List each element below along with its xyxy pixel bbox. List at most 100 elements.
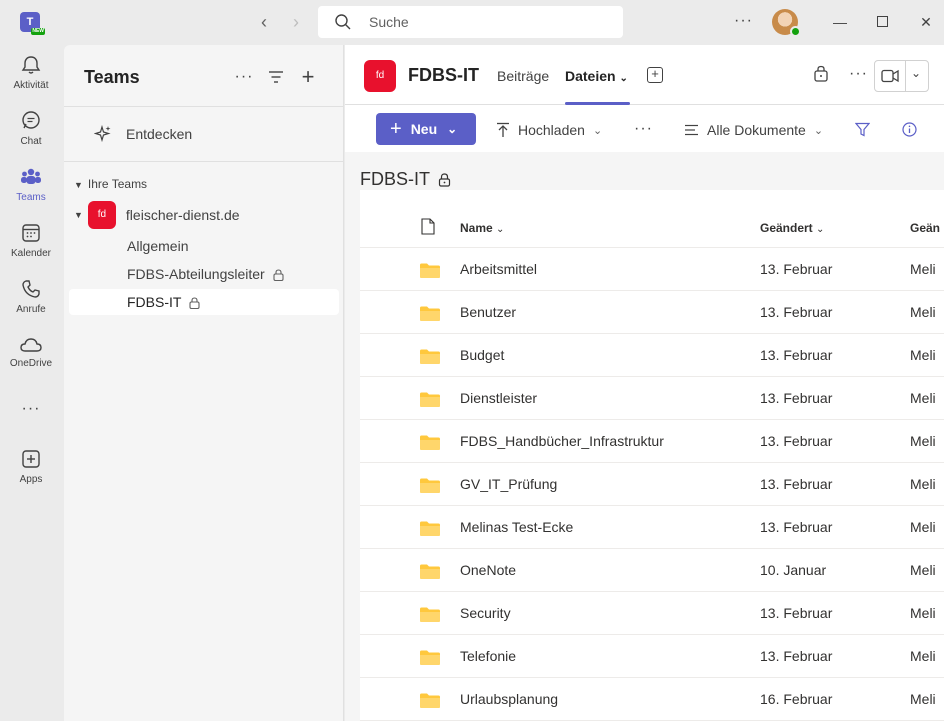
filter-lines-icon[interactable] [264,65,288,89]
more-options-icon[interactable]: ··· [734,12,753,30]
team-item[interactable]: ▼ fd fleischer-dienst.de [74,201,240,229]
channel-label: Allgemein [127,238,189,254]
table-row[interactable]: Budget 13. Februar Meli [360,334,944,377]
folder-icon [420,607,440,622]
lock-bag-icon[interactable] [813,65,829,85]
folder-icon [420,693,440,708]
file-name[interactable]: Budget [460,347,504,363]
table-row[interactable]: Security 13. Februar Meli [360,592,944,635]
new-button[interactable]: + Neu ⌄ [376,113,476,145]
folder-icon [420,478,440,493]
table-row[interactable]: Arbeitsmittel 13. Februar Meli [360,248,944,291]
file-name[interactable]: Security [460,605,511,621]
maximize-icon[interactable] [870,10,894,34]
channel-item-fdbs-it[interactable]: FDBS-IT [69,289,339,315]
rail-item-onedrive[interactable]: OneDrive [0,336,62,369]
rail-item-calls[interactable]: Anrufe [0,278,62,315]
rail-item-teams[interactable]: Teams [0,166,62,203]
header-more-icon[interactable]: ··· [849,65,868,83]
column-header-modified[interactable]: Geändert ⌄ [760,221,824,235]
teams-panel: Teams ··· + Entdecken ▼ Ihre Teams ▼ fd f… [64,45,344,721]
table-row[interactable]: GV_IT_Prüfung 13. Februar Meli [360,463,944,506]
rail-item-calendar[interactable]: Kalender [0,222,62,259]
chevron-down-icon: ⌄ [619,73,628,84]
modified-date: 13. Februar [760,519,833,535]
column-header-name[interactable]: Name ⌄ [460,221,504,235]
modified-by: Meli [910,648,936,664]
file-name[interactable]: Benutzer [460,304,516,320]
file-name[interactable]: Urlaubsplanung [460,691,558,707]
modified-by: Meli [910,605,936,621]
tab-dateien[interactable]: Dateien ⌄ [565,68,628,84]
more-apps-icon[interactable]: ··· [0,400,62,418]
user-avatar[interactable] [772,9,801,37]
upload-button[interactable]: Hochladen ⌄ [496,122,602,138]
modified-by: Meli [910,390,936,406]
rail-label: Aktivität [13,80,49,91]
bell-icon [21,56,41,74]
modified-by: Meli [910,261,936,277]
table-row[interactable]: Dienstleister 13. Februar Meli [360,377,944,420]
panel-title: Teams [84,67,140,87]
file-name[interactable]: FDBS_Handbücher_Infrastruktur [460,433,664,449]
video-camera-icon [881,69,899,83]
close-icon[interactable]: ✕ [914,10,938,34]
channel-item-abteilungsleiter[interactable]: FDBS-Abteilungsleiter [69,261,339,287]
table-row[interactable]: Benutzer 13. Februar Meli [360,291,944,334]
apps-add-icon [22,450,40,468]
main-content: fd FDBS-IT Beiträge Dateien ⌄ + ··· ⌄ + N… [345,45,944,721]
table-row[interactable]: Telefonie 13. Februar Meli [360,635,944,678]
channel-label: FDBS-IT [127,294,182,310]
file-type-icon [421,218,435,235]
file-name[interactable]: Dienstleister [460,390,537,406]
panel-more-icon[interactable]: ··· [232,65,256,89]
chevron-down-icon[interactable]: ⌄ [911,66,921,80]
modified-date: 13. Februar [760,304,833,320]
meet-video-button[interactable]: ⌄ [874,60,929,92]
column-header-modified-by[interactable]: Geän [910,221,940,235]
table-row[interactable]: OneNote 10. Januar Meli [360,549,944,592]
rail-item-activity[interactable]: Aktivität [0,54,62,91]
chevron-down-icon: ⌄ [496,224,505,235]
file-name[interactable]: Arbeitsmittel [460,261,537,277]
file-name[interactable]: GV_IT_Prüfung [460,476,557,492]
view-label: Alle Dokumente [707,122,806,138]
add-team-icon[interactable]: + [296,65,320,89]
new-label: Neu [410,121,438,137]
modified-by: Meli [910,476,936,492]
rail-label: Kalender [10,248,52,259]
plus-icon: + [390,118,402,140]
modified-by: Meli [910,433,936,449]
back-arrow-icon[interactable]: ‹ [252,10,276,34]
modified-date: 16. Februar [760,691,833,707]
modified-date: 13. Februar [760,390,833,406]
rail-item-chat[interactable]: Chat [0,110,62,147]
modified-by: Meli [910,519,936,535]
teams-icon [21,168,41,184]
filter-icon[interactable] [855,122,870,137]
file-name[interactable]: OneNote [460,562,516,578]
table-row[interactable]: FDBS_Handbücher_Infrastruktur 13. Februar… [360,420,944,463]
table-row[interactable]: Melinas Test-Ecke 13. Februar Meli [360,506,944,549]
rail-label: Chat [20,136,42,147]
discover-button[interactable]: Entdecken [94,123,192,145]
info-icon[interactable] [902,122,917,137]
table-row[interactable]: Urlaubsplanung 16. Februar Meli [360,678,944,721]
forward-arrow-icon[interactable]: › [284,10,308,34]
upload-arrow-icon [497,122,509,137]
minimize-icon[interactable]: — [828,10,852,34]
channel-item-allgemein[interactable]: Allgemein [69,233,339,259]
rail-label: Anrufe [16,304,46,315]
search-input[interactable]: Suche [318,6,623,38]
your-teams-header[interactable]: ▼ Ihre Teams [74,177,147,191]
tab-beitraege[interactable]: Beiträge [497,68,549,84]
view-selector[interactable]: Alle Dokumente ⌄ [684,122,823,138]
file-name[interactable]: Melinas Test-Ecke [460,519,573,535]
command-bar: + Neu ⌄ Hochladen ⌄ ··· Alle Dokumente ⌄ [345,106,944,152]
modified-by: Meli [910,562,936,578]
command-more-icon[interactable]: ··· [634,120,653,138]
file-name[interactable]: Telefonie [460,648,516,664]
add-tab-icon[interactable]: + [647,67,663,83]
folder-icon [420,521,440,536]
rail-item-apps[interactable]: Apps [0,448,62,485]
